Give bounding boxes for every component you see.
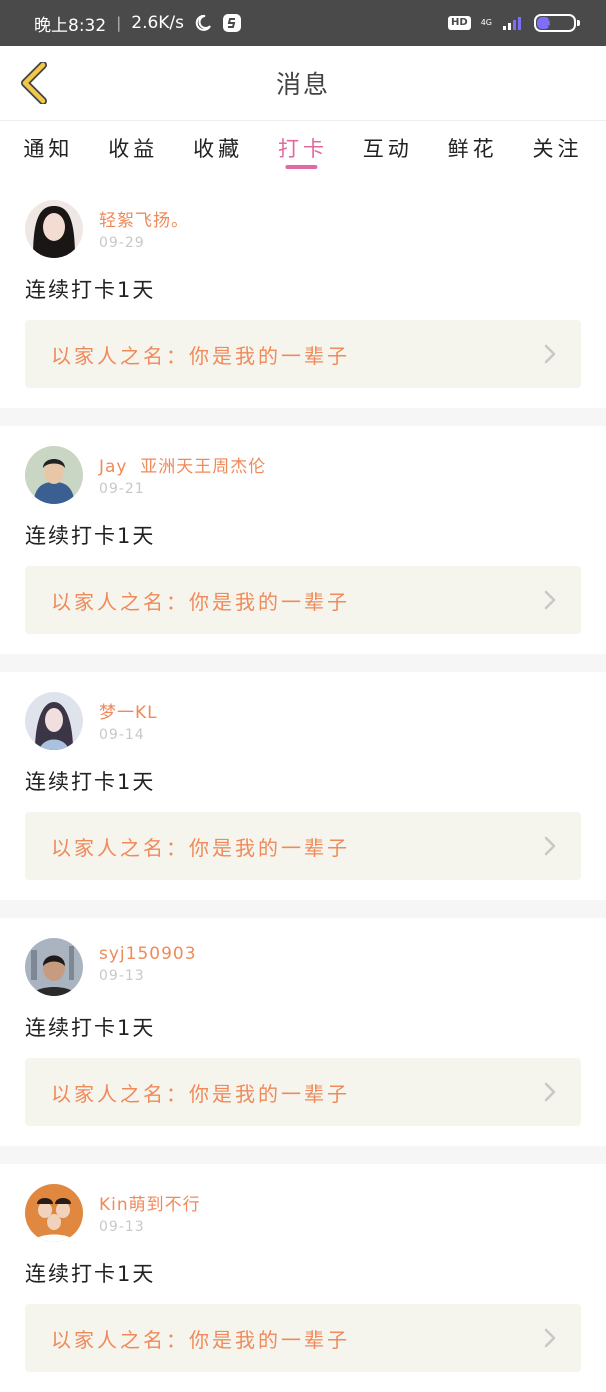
- drama-link-title: 以家人之名：你是我的一辈子: [51, 589, 350, 614]
- username[interactable]: Kin萌到不行: [99, 1190, 201, 1215]
- card-separator: [0, 900, 606, 918]
- post-date: 09-21: [99, 481, 145, 497]
- post-text: 连续打卡1天: [25, 770, 156, 794]
- tab-flowers[interactable]: 鲜花: [448, 121, 498, 163]
- avatar[interactable]: [25, 200, 83, 258]
- hd-icon: HD: [448, 16, 471, 30]
- drama-link-title: 以家人之名：你是我的一辈子: [51, 1081, 350, 1106]
- network-speed: 2.6K/s: [131, 13, 185, 33]
- drama-link[interactable]: 以家人之名：你是我的一辈子: [25, 566, 581, 634]
- post-date: 09-29: [99, 235, 145, 251]
- divider: |: [116, 14, 122, 32]
- drama-link[interactable]: 以家人之名：你是我的一辈子: [25, 1058, 581, 1126]
- drama-link[interactable]: 以家人之名：你是我的一辈子: [25, 320, 581, 388]
- checkin-card: Kin萌到不行 09-13 连续打卡1天 以家人之名：你是我的一辈子: [0, 1164, 606, 1392]
- checkin-card: Jay 亚洲天王周杰伦 09-21 连续打卡1天 以家人之名：你是我的一辈子: [0, 426, 606, 654]
- post-text: 连续打卡1天: [25, 1016, 156, 1040]
- chevron-right-icon: [543, 1081, 557, 1103]
- moon-icon: [194, 14, 212, 32]
- active-tab-indicator: [285, 165, 318, 169]
- username[interactable]: Jay 亚洲天王周杰伦: [99, 452, 266, 477]
- post-text: 连续打卡1天: [25, 278, 156, 302]
- chevron-right-icon: [543, 589, 557, 611]
- status-bar: 晚上8:32 | 2.6K/s HD 4G 33: [0, 0, 606, 46]
- avatar[interactable]: [25, 938, 83, 996]
- battery-icon: 33: [534, 14, 580, 32]
- back-arrow-icon: [21, 62, 47, 104]
- network-type-label: 4G: [480, 18, 492, 27]
- card-separator: [0, 1146, 606, 1164]
- app-notification-icon: [222, 13, 242, 33]
- battery-level: 33: [547, 16, 563, 30]
- username[interactable]: 轻絮飞扬。: [99, 206, 189, 231]
- username[interactable]: syj150903: [99, 944, 197, 964]
- avatar[interactable]: [25, 1184, 83, 1242]
- checkin-card: 梦一KL 09-14 连续打卡1天 以家人之名：你是我的一辈子: [0, 672, 606, 900]
- post-text: 连续打卡1天: [25, 1262, 156, 1286]
- drama-link-title: 以家人之名：你是我的一辈子: [51, 835, 350, 860]
- avatar[interactable]: [25, 446, 83, 504]
- drama-link-title: 以家人之名：你是我的一辈子: [51, 343, 350, 368]
- drama-link[interactable]: 以家人之名：你是我的一辈子: [25, 1304, 581, 1372]
- post-date: 09-13: [99, 968, 145, 984]
- signal-icon: [502, 16, 524, 30]
- checkin-card: syj150903 09-13 连续打卡1天 以家人之名：你是我的一辈子: [0, 918, 606, 1146]
- tab-checkin[interactable]: 打卡: [278, 121, 328, 169]
- chevron-right-icon: [543, 1327, 557, 1349]
- network-type: 4G: [481, 19, 492, 27]
- clock: 晚上8:32: [34, 15, 107, 36]
- checkin-card: 轻絮飞扬。 09-29 连续打卡1天 以家人之名：你是我的一辈子: [0, 180, 606, 408]
- chevron-right-icon: [543, 343, 557, 365]
- page-title: 消息: [275, 70, 330, 99]
- back-button[interactable]: [14, 60, 54, 106]
- post-text: 连续打卡1天: [25, 524, 156, 548]
- tab-earnings[interactable]: 收益: [108, 121, 158, 163]
- post-date: 09-14: [99, 727, 145, 743]
- drama-link[interactable]: 以家人之名：你是我的一辈子: [25, 812, 581, 880]
- tab-favorites[interactable]: 收藏: [193, 121, 243, 163]
- tab-follows[interactable]: 关注: [532, 121, 582, 163]
- header: 消息: [0, 46, 606, 120]
- username[interactable]: 梦一KL: [99, 698, 158, 723]
- drama-link-title: 以家人之名：你是我的一辈子: [51, 1327, 350, 1352]
- tab-interactions[interactable]: 互动: [363, 121, 413, 163]
- card-separator: [0, 408, 606, 426]
- post-date: 09-13: [99, 1219, 145, 1235]
- chevron-right-icon: [543, 835, 557, 857]
- avatar[interactable]: [25, 692, 83, 750]
- checkin-feed: 轻絮飞扬。 09-29 连续打卡1天 以家人之名：你是我的一辈子 Jay 亚洲天…: [0, 180, 606, 1392]
- card-separator: [0, 654, 606, 672]
- tab-bar: 通知 收益 收藏 打卡 互动 鲜花 关注: [0, 120, 606, 172]
- tab-notifications[interactable]: 通知: [23, 121, 73, 163]
